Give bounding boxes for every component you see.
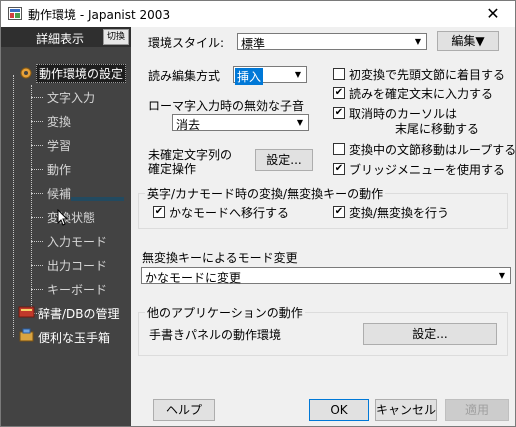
unconfirmed-label-2: 確定操作 bbox=[148, 162, 197, 176]
switch-button[interactable]: 切換 bbox=[102, 29, 129, 45]
handwriting-settings-button[interactable]: 設定... bbox=[363, 323, 497, 345]
tree-branch bbox=[31, 169, 43, 170]
read-edit-select-value: 挿入 bbox=[235, 68, 264, 85]
chevron-down-icon: ▼ bbox=[498, 271, 506, 280]
detail-bar: 詳細表示 切換 bbox=[1, 27, 131, 47]
muhenkan-label: 無変換キーによるモード変更 bbox=[142, 251, 298, 265]
tree-item-output-code[interactable]: 出力コード bbox=[47, 257, 107, 274]
help-button[interactable]: ヘルプ bbox=[153, 399, 215, 421]
tree-branch bbox=[31, 145, 43, 146]
tree-branch bbox=[31, 97, 43, 98]
chevron-down-icon: ▼ bbox=[296, 118, 304, 127]
tree-item-behavior[interactable]: 動作 bbox=[47, 161, 71, 178]
apply-button[interactable]: 適用 bbox=[445, 399, 509, 421]
app-icon bbox=[8, 7, 22, 20]
title-bar[interactable]: 動作環境 - Japanist 2003 ✕ bbox=[1, 1, 515, 27]
check-cursor-end-label-2: 末尾に移動する bbox=[395, 122, 480, 136]
toolbox-icon bbox=[19, 328, 34, 342]
romaji-select-value: 消去 bbox=[176, 118, 201, 132]
check-to-kana-mode[interactable]: ✔ bbox=[153, 206, 165, 218]
selected-marker bbox=[71, 197, 124, 201]
chevron-down-icon: ▼ bbox=[294, 70, 302, 79]
kana-mode-group: 英字/カナモード時の変換/無変換キーの動作 ✔ かなモードへ移行する ✔ 変換/… bbox=[138, 185, 508, 229]
detail-view-label: 詳細表示 bbox=[35, 32, 84, 46]
kana-mode-group-title: 英字/カナモード時の変換/無変換キーの動作 bbox=[145, 185, 386, 202]
style-select-value: 標準 bbox=[241, 37, 266, 51]
close-button[interactable]: ✕ bbox=[471, 1, 515, 27]
check-to-kana-mode-label: かなモードへ移行する bbox=[169, 206, 290, 220]
check-do-conversion[interactable]: ✔ bbox=[333, 206, 345, 218]
dictionary-icon bbox=[18, 306, 35, 318]
check-cursor-end[interactable]: ✔ bbox=[333, 107, 345, 119]
style-label: 環境スタイル: bbox=[148, 36, 225, 50]
edit-button[interactable]: 編集▼ bbox=[437, 31, 499, 51]
read-edit-label: 読み編集方式 bbox=[148, 69, 221, 83]
tree-branch bbox=[31, 217, 43, 218]
muhenkan-select-value: かなモードに変更 bbox=[145, 271, 242, 285]
cancel-button[interactable]: キャンセル bbox=[375, 399, 437, 421]
mouse-cursor-icon bbox=[57, 209, 69, 226]
muhenkan-select[interactable]: かなモードに変更 ▼ bbox=[141, 267, 511, 285]
tree-branch bbox=[31, 241, 43, 242]
handwriting-label: 手書きパネルの動作環境 bbox=[149, 328, 282, 342]
tree-item-toolbox[interactable]: 便利な玉手箱 bbox=[38, 329, 110, 346]
check-first-segment[interactable] bbox=[333, 68, 345, 80]
tree-item-conv-state[interactable]: 変換状態 bbox=[47, 209, 95, 226]
dialog-window: 動作環境 - Japanist 2003 ✕ 詳細表示 切換 動作環境の設定 文… bbox=[0, 0, 516, 427]
style-select[interactable]: 標準 ▼ bbox=[237, 33, 427, 51]
read-edit-select[interactable]: 挿入 ▼ bbox=[233, 66, 307, 85]
romaji-label: ローマ字入力時の無効な子音 bbox=[148, 99, 305, 113]
romaji-select[interactable]: 消去 ▼ bbox=[172, 114, 309, 132]
check-segment-loop[interactable] bbox=[333, 143, 345, 155]
check-do-conversion-label: 変換/無変換を行う bbox=[349, 206, 450, 220]
tree-line-child bbox=[31, 85, 32, 313]
tree-item-conversion[interactable]: 変換 bbox=[47, 113, 71, 130]
tree-branch bbox=[31, 289, 43, 290]
tree-item-dictionary[interactable]: 辞書/DBの管理 bbox=[38, 305, 120, 322]
other-apps-group: 他のアプリケーションの動作 手書きパネルの動作環境 設定... bbox=[138, 304, 508, 356]
tree-item-keyboard[interactable]: キーボード bbox=[47, 281, 107, 298]
other-apps-group-title: 他のアプリケーションの動作 bbox=[145, 304, 305, 321]
gear-folder-icon bbox=[20, 67, 32, 79]
tree-branch bbox=[31, 193, 43, 194]
unconfirmed-settings-button[interactable]: 設定... bbox=[255, 149, 313, 171]
check-reading-at-end-label: 読みを確定文末に入力する bbox=[349, 87, 494, 101]
window-title: 動作環境 - Japanist 2003 bbox=[28, 8, 171, 22]
check-bridge-menu-label: ブリッジメニューを使用する bbox=[349, 163, 506, 177]
settings-panel: 環境スタイル: 標準 ▼ 編集▼ 読み編集方式 挿入 ▼ ローマ字入力時の無効な… bbox=[131, 27, 516, 426]
tree-item-char-input[interactable]: 文字入力 bbox=[47, 89, 95, 106]
chevron-down-icon: ▼ bbox=[414, 37, 422, 46]
tree-item-candidates[interactable]: 候補 bbox=[47, 185, 71, 202]
tree-item-learning[interactable]: 学習 bbox=[47, 137, 71, 154]
check-first-segment-label: 初変換で先頭文節に着目する bbox=[349, 68, 506, 82]
ok-button[interactable]: OK bbox=[309, 399, 369, 421]
check-segment-loop-label: 変換中の文節移動はループする bbox=[349, 143, 516, 157]
tree-item-input-mode[interactable]: 入力モード bbox=[47, 233, 107, 250]
sidebar: 詳細表示 切換 動作環境の設定 文字入力 変換 学習 動作 候補 変換状態 入力… bbox=[1, 27, 131, 426]
tree-branch bbox=[31, 121, 43, 122]
tree-line-root bbox=[13, 75, 14, 337]
tree-branch bbox=[31, 265, 43, 266]
check-reading-at-end[interactable]: ✔ bbox=[333, 87, 345, 99]
check-bridge-menu[interactable]: ✔ bbox=[333, 163, 345, 175]
tree-item-settings[interactable]: 動作環境の設定 bbox=[36, 64, 127, 83]
